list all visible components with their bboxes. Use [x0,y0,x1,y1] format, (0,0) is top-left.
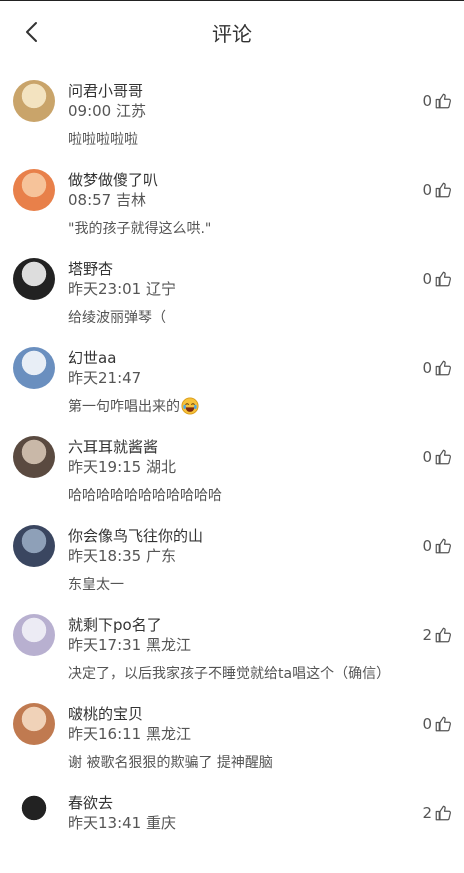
like-button[interactable]: 0 [422,179,452,201]
comment-list[interactable]: 问君小哥哥 09:00 江苏 啦啦啦啦啦 0 做梦做傻了叭 08:57 吉林 "我的孩子就得… [0,72,464,873]
comment-text-value: 第一句咋唱出来的 [68,399,180,415]
avatar[interactable] [13,703,55,745]
comment-text: 东皇太一 [68,574,124,594]
comment-time-location: 昨天23:01 辽宁 [68,280,176,298]
like-button[interactable]: 0 [422,535,452,557]
thumbs-up-icon [434,92,452,110]
thumbs-up-icon [434,359,452,377]
comment-text: 第一句咋唱出来的 [68,396,199,416]
laughing-tears-emoji [181,397,199,415]
comment-item[interactable]: 做梦做傻了叭 08:57 吉林 "我的孩子就得这么哄." 0 [0,161,464,250]
like-count: 0 [422,92,432,110]
comment-username[interactable]: 塔野杏 [68,258,113,279]
comment-text-value: 给绫波丽弹琴（ [68,310,166,326]
comment-username[interactable]: 春欲去 [68,792,113,813]
like-button[interactable]: 2 [422,802,452,824]
comment-text: 给绫波丽弹琴（ [68,307,166,327]
comment-text: "我的孩子就得这么哄." [68,218,211,238]
comment-time-location: 昨天16:11 黑龙江 [68,725,191,743]
comment-username[interactable]: 就剩下po名了 [68,614,162,635]
comment-time-location: 昨天19:15 湖北 [68,458,176,476]
comment-time-location: 昨天18:35 广东 [68,547,176,565]
like-count: 0 [422,270,432,288]
like-button[interactable]: 0 [422,268,452,290]
comment-item[interactable]: 你会像鸟飞往你的山 昨天18:35 广东 东皇太一 0 [0,517,464,606]
comment-time-location: 昨天13:41 重庆 [68,814,176,832]
like-button[interactable]: 0 [422,713,452,735]
avatar[interactable] [13,436,55,478]
comment-item[interactable]: 问君小哥哥 09:00 江苏 啦啦啦啦啦 0 [0,72,464,161]
comment-username[interactable]: 你会像鸟飞往你的山 [68,525,203,546]
comment-text: 谢 被歌名狠狠的欺骗了 提神醒脑 [68,752,273,772]
comment-text: 决定了，以后我家孩子不睡觉就给ta唱这个（确信） [68,663,390,683]
comment-username[interactable]: 啵桃的宝贝 [68,703,143,724]
thumbs-up-icon [434,715,452,733]
comment-item[interactable]: 塔野杏 昨天23:01 辽宁 给绫波丽弹琴（ 0 [0,250,464,339]
comment-text: 啦啦啦啦啦 [68,129,138,149]
like-count: 0 [422,715,432,733]
like-count: 2 [422,804,432,822]
header-bar: 评论 [0,1,464,59]
comment-item[interactable]: 啵桃的宝贝 昨天16:11 黑龙江谢 被歌名狠狠的欺骗了 提神醒脑 0 [0,695,464,784]
comment-time-location: 09:00 江苏 [68,102,146,120]
comment-text-value: 东皇太一 [68,577,124,593]
thumbs-up-icon [434,181,452,199]
like-button[interactable]: 0 [422,357,452,379]
comment-text: 哈哈哈哈哈哈哈哈哈哈哈 [68,485,222,505]
thumbs-up-icon [434,537,452,555]
avatar[interactable] [13,169,55,211]
comment-username[interactable]: 问君小哥哥 [68,80,143,101]
comment-item[interactable]: 春欲去 昨天13:41 重庆 2 [0,784,464,873]
comment-item[interactable]: 幻世aa 昨天21:47 第一句咋唱出来的 0 [0,339,464,428]
avatar[interactable] [13,525,55,567]
page-title: 评论 [212,22,252,46]
like-count: 0 [422,359,432,377]
comment-time-location: 昨天21:47 [68,369,142,387]
avatar[interactable] [13,80,55,122]
like-button[interactable]: 0 [422,90,452,112]
comment-text-value: 决定了，以后我家孩子不睡觉就给ta唱这个（确信） [68,666,391,682]
comment-time-location: 昨天17:31 黑龙江 [68,636,191,654]
thumbs-up-icon [434,270,452,288]
like-count: 0 [422,448,432,466]
like-count: 2 [422,626,432,644]
comment-username[interactable]: 六耳耳就酱酱 [68,436,158,457]
like-count: 0 [422,537,432,555]
avatar[interactable] [13,614,55,656]
like-button[interactable]: 2 [422,624,452,646]
thumbs-up-icon [434,804,452,822]
comment-username[interactable]: 幻世aa [68,347,116,368]
comment-item[interactable]: 六耳耳就酱酱 昨天19:15 湖北哈哈哈哈哈哈哈哈哈哈哈 0 [0,428,464,517]
comment-time-location: 08:57 吉林 [68,191,146,209]
avatar[interactable] [13,792,55,834]
comment-text-value: 啦啦啦啦啦 [68,132,138,148]
comment-username[interactable]: 做梦做傻了叭 [68,169,158,190]
thumbs-up-icon [434,448,452,466]
avatar[interactable] [13,258,55,300]
thumbs-up-icon [434,626,452,644]
comment-text-value: "我的孩子就得这么哄." [68,221,212,237]
comment-text-value: 谢 被歌名狠狠的欺骗了 提神醒脑 [68,755,273,771]
like-button[interactable]: 0 [422,446,452,468]
comment-text-value: 哈哈哈哈哈哈哈哈哈哈哈 [68,488,222,504]
avatar[interactable] [13,347,55,389]
comment-item[interactable]: 就剩下po名了 昨天17:31 黑龙江决定了，以后我家孩子不睡觉就给ta唱这个（确… [0,606,464,695]
like-count: 0 [422,181,432,199]
